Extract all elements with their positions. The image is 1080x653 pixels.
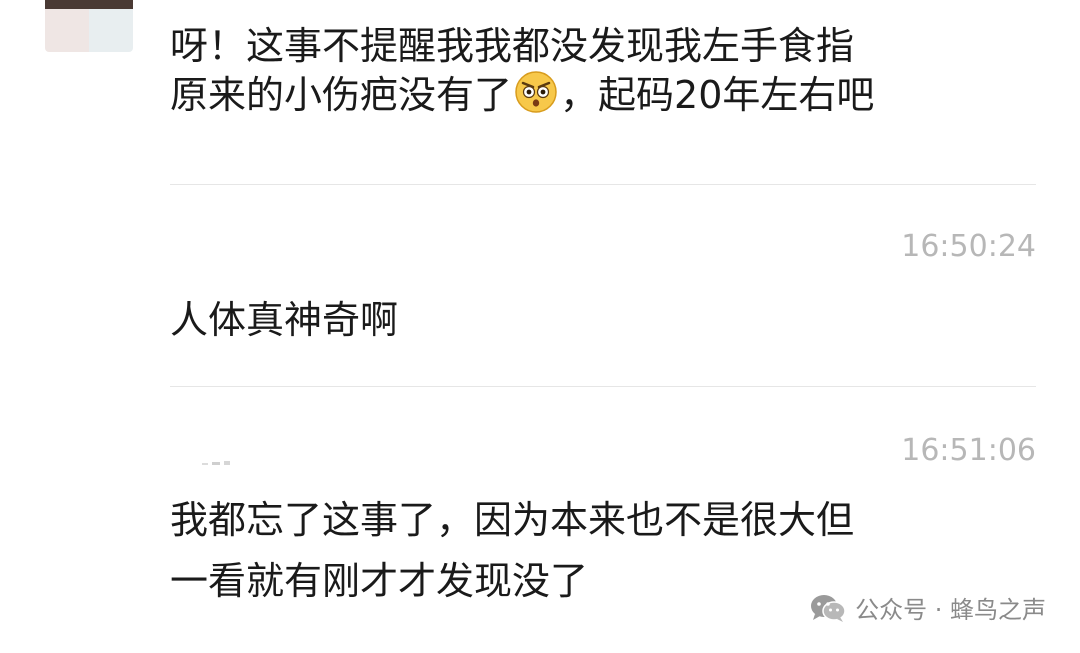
- avatar[interactable]: [45, 0, 133, 52]
- message-line: 我都忘了这事了，因为本来也不是很大但: [170, 498, 855, 542]
- watermark-text: 公众号 · 蜂鸟之声: [855, 596, 1046, 624]
- chat-message: 呀！这事不提醒我我都没发现我左手食指 原来的小伤疤没有了 ，起码20年左右吧: [170, 22, 1030, 118]
- message-divider: [170, 184, 1036, 185]
- message-text: 原来的小伤疤没有了: [170, 73, 513, 117]
- wechat-icon: [811, 594, 846, 622]
- message-line: 人体真神奇啊: [170, 298, 399, 342]
- message-timestamp: 16:50:24: [901, 229, 1036, 264]
- message-divider: [170, 386, 1036, 387]
- astonished-angry-face-icon: [515, 71, 557, 113]
- message-timestamp: 16:51:06: [901, 433, 1036, 468]
- watermark: 公众号 · 蜂鸟之声: [809, 590, 1046, 625]
- chat-message: 人体真神奇啊: [170, 296, 1030, 344]
- message-line: 呀！这事不提醒我我都没发现我左手食指: [170, 24, 855, 68]
- message-line: 原来的小伤疤没有了 ，起码20年左右吧: [170, 70, 1030, 118]
- chat-message: 我都忘了这事了，因为本来也不是很大但 一看就有刚才才发现没了: [170, 496, 1030, 605]
- avatar-segment: [45, 0, 133, 9]
- avatar-fragment: [202, 461, 230, 465]
- message-text: ，起码20年左右吧: [560, 73, 875, 117]
